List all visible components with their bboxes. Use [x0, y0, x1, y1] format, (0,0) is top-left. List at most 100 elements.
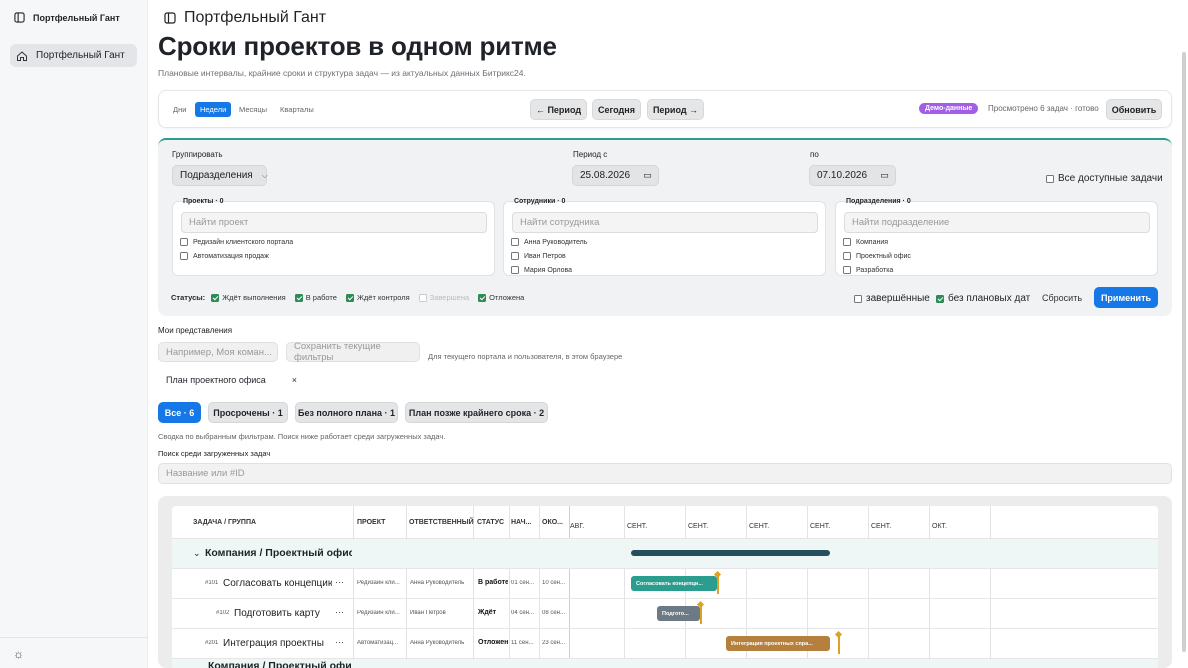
completed-toggle[interactable]: завершённые: [854, 293, 930, 304]
gantt-toolbar: Дни Недели Месяцы Кварталы ← Период Сего…: [158, 90, 1172, 128]
project-search-input[interactable]: Найти проект: [181, 212, 487, 233]
status-awaiting-control[interactable]: Ждёт контроля: [345, 293, 410, 302]
more-icon[interactable]: ···: [335, 607, 344, 617]
sidebar-item-portfolio-gantt[interactable]: Портфельный Гант: [10, 44, 137, 67]
checkbox[interactable]: [511, 238, 519, 246]
today-button[interactable]: Сегодня: [592, 99, 641, 120]
checkbox[interactable]: [843, 252, 851, 260]
department-option[interactable]: Разработка: [843, 266, 893, 274]
view-name-input[interactable]: Например, Моя коман...: [158, 342, 278, 362]
status-label: Отложена: [489, 293, 525, 302]
calendar-icon[interactable]: ▭: [643, 170, 652, 181]
chip-all[interactable]: Все · 6: [158, 402, 201, 423]
chevron-down-icon[interactable]: ⌄: [193, 548, 201, 559]
saved-view[interactable]: План проектного офиса ×: [158, 370, 298, 390]
checkbox[interactable]: [211, 293, 220, 302]
statuses-label: Статусы:: [171, 293, 206, 302]
sidebar-toggle-icon[interactable]: [164, 12, 176, 24]
table-row[interactable]: #101 Согласовать концепцию ··· Редизайн …: [172, 569, 1158, 598]
sidebar-item-label: Портфельный Гант: [36, 50, 125, 61]
checkbox[interactable]: [180, 238, 188, 246]
task-search-input[interactable]: Название или #ID: [158, 463, 1172, 484]
checkbox[interactable]: [511, 266, 519, 274]
scale-quarters[interactable]: Кварталы: [275, 102, 319, 117]
calendar-icon[interactable]: ▭: [880, 170, 889, 181]
projects-filter-card: Проекты · 0 Найти проект Редизайн клиент…: [172, 198, 495, 276]
chip-overdue[interactable]: Просрочены · 1: [208, 402, 288, 423]
all-tasks-checkbox[interactable]: Все доступные задачи: [1046, 173, 1163, 184]
period-to-label: по: [810, 150, 819, 159]
close-icon[interactable]: ×: [292, 375, 297, 385]
col-start[interactable]: НАЧ...: [511, 519, 531, 526]
task-bar[interactable]: Интеграция проектных спра...: [726, 636, 830, 651]
col-task[interactable]: ЗАДАЧА / ГРУППА: [193, 519, 256, 526]
employees-filter-card: Сотрудники · 0 Найти сотрудника Анна Рук…: [503, 198, 826, 276]
checkbox[interactable]: [511, 252, 519, 260]
department-option[interactable]: Компания: [843, 238, 888, 246]
status-waiting[interactable]: Ждёт выполнения: [211, 293, 286, 302]
reset-button[interactable]: Сбросить: [1042, 293, 1082, 303]
page-title: Сроки проектов в одном ритме: [158, 31, 557, 61]
checkbox[interactable]: [345, 293, 354, 302]
checkbox[interactable]: [843, 238, 851, 246]
chip-plan-after-deadline[interactable]: План позже крайнего срока · 2: [405, 402, 548, 423]
checkbox[interactable]: [843, 266, 851, 274]
department-option[interactable]: Проектный офис: [843, 252, 911, 260]
col-owner[interactable]: ОТВЕТСТВЕННЫЙ: [409, 519, 474, 526]
employee-option[interactable]: Мария Орлова: [511, 266, 572, 274]
col-status[interactable]: СТАТУС: [477, 519, 504, 526]
project-option[interactable]: Редизайн клиентского портала: [180, 238, 293, 246]
timeline-header: СЕНТ.: [749, 523, 770, 530]
gantt-group-row[interactable]: ⌄ Компания / Проектный офис: [172, 539, 1158, 568]
checkbox[interactable]: [854, 294, 862, 303]
status-label: Завершена: [429, 293, 470, 302]
employee-option[interactable]: Иван Петров: [511, 252, 566, 260]
gantt-group-row[interactable]: Компания / Проектный офис: [172, 659, 1158, 668]
col-project[interactable]: ПРОЕКТ: [357, 519, 385, 526]
task-bar[interactable]: Согласовать концепци...: [631, 576, 717, 591]
settings-sun-icon[interactable]: ☼: [13, 647, 24, 661]
sidebar-toggle-icon[interactable]: [14, 12, 25, 23]
status-in-progress[interactable]: В работе: [294, 293, 337, 302]
page-scrollbar[interactable]: [1182, 52, 1186, 652]
prev-period-button[interactable]: ← Период: [530, 99, 587, 120]
viewed-status: Просмотрено 6 задач · готово: [988, 104, 1099, 113]
next-period-button[interactable]: Период →: [647, 99, 704, 120]
task-name[interactable]: Согласовать концепцию: [223, 578, 332, 589]
status-completed[interactable]: Завершена: [418, 293, 470, 302]
table-row[interactable]: #201 Интеграция проектных справочников ·…: [172, 629, 1158, 658]
task-name[interactable]: Интеграция проектных справочников: [223, 638, 324, 649]
employee-option[interactable]: Анна Руководитель: [511, 238, 587, 246]
table-row[interactable]: #102 Подготовить карту ··· Редизайн кли.…: [172, 599, 1158, 628]
status-deferred[interactable]: Отложена: [478, 293, 524, 302]
project-option[interactable]: Автоматизация продаж: [180, 252, 269, 260]
more-icon[interactable]: ···: [335, 577, 344, 587]
more-icon[interactable]: ···: [335, 637, 344, 647]
scale-weeks[interactable]: Недели: [195, 102, 232, 117]
checkbox[interactable]: [478, 293, 487, 302]
timeline-header: СЕНТ.: [688, 523, 709, 530]
scale-months[interactable]: Месяцы: [234, 102, 272, 117]
task-name[interactable]: Подготовить карту: [234, 608, 332, 619]
period-to-input[interactable]: 07.10.2026 ▭: [809, 165, 896, 186]
checkbox[interactable]: [294, 293, 303, 302]
period-from-input[interactable]: 25.08.2026 ▭: [572, 165, 659, 186]
chip-no-full-plan[interactable]: Без полного плана · 1: [295, 402, 398, 423]
checkbox[interactable]: [180, 252, 188, 260]
employee-search-input[interactable]: Найти сотрудника: [512, 212, 818, 233]
refresh-button[interactable]: Обновить: [1106, 99, 1162, 120]
sidebar-header: Портфельный Гант: [14, 12, 120, 23]
department-search-input[interactable]: Найти подразделение: [844, 212, 1150, 233]
group-by-select[interactable]: Подразделения ⌵: [172, 165, 268, 186]
apply-button[interactable]: Применить: [1094, 287, 1158, 308]
save-view-button[interactable]: Сохранить текущие фильтры: [286, 341, 420, 363]
no-dates-toggle[interactable]: без плановых дат: [936, 293, 1030, 304]
deadline-marker: [838, 635, 840, 654]
checkbox[interactable]: [418, 293, 427, 302]
task-bar[interactable]: Подгото...: [657, 606, 700, 621]
checkbox[interactable]: [1046, 174, 1054, 183]
checkbox[interactable]: [936, 294, 944, 303]
scale-days[interactable]: Дни: [168, 102, 191, 117]
topbar: Портфельный Гант: [164, 9, 326, 27]
col-end[interactable]: ОКО...: [542, 519, 563, 526]
